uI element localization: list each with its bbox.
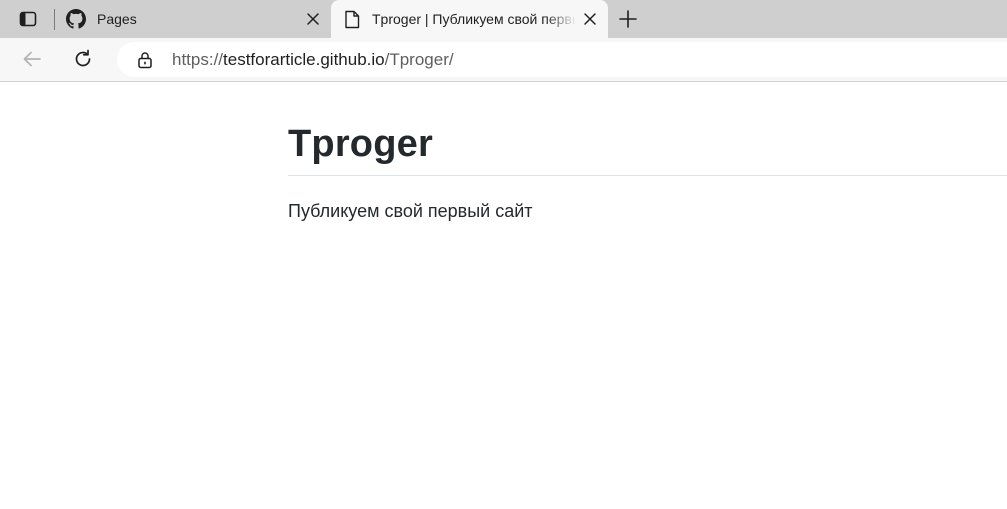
tab-pages[interactable]: Pages <box>56 0 330 38</box>
heading-divider <box>288 175 1007 176</box>
tab-title: Tproger | Публикуем свой первый сайт <box>372 11 576 27</box>
url-host: testforarticle.github.io <box>223 50 385 69</box>
tab-strip: Pages Tproger | Публикуем свой первый са… <box>0 0 1007 38</box>
page-paragraph: Публикуем свой первый сайт <box>288 201 533 221</box>
reload-icon <box>75 49 91 67</box>
tab-actions-button[interactable] <box>13 5 43 33</box>
github-icon <box>66 9 86 29</box>
tab-actions-icon <box>19 11 37 27</box>
back-button[interactable] <box>17 44 47 74</box>
page-icon <box>342 9 362 29</box>
address-bar[interactable]: https://testforarticle.github.io/Tproger… <box>117 42 1007 77</box>
page-title: Tproger <box>288 123 433 165</box>
browser-window: Pages Tproger | Публикуем свой первый са… <box>0 0 1007 509</box>
page-content: Tproger Публикуем свой первый сайт <box>0 82 1007 509</box>
tab-tproger[interactable]: Tproger | Публикуем свой первый сайт <box>331 0 608 38</box>
new-tab-button[interactable] <box>614 5 642 33</box>
url-scheme: https:// <box>172 50 224 69</box>
url-text[interactable]: https://testforarticle.github.io/Tproger… <box>172 50 454 70</box>
tab-strip-divider <box>54 9 55 30</box>
close-icon[interactable] <box>304 10 322 28</box>
url-path: /Tproger/ <box>384 50 454 69</box>
reload-button[interactable] <box>68 44 98 74</box>
close-icon[interactable] <box>581 10 599 28</box>
back-arrow-icon <box>23 51 41 67</box>
tab-title: Pages <box>97 11 137 27</box>
plus-icon <box>619 10 637 28</box>
lock-icon[interactable] <box>135 50 155 70</box>
browser-toolbar: https://testforarticle.github.io/Tproger… <box>0 38 1007 82</box>
